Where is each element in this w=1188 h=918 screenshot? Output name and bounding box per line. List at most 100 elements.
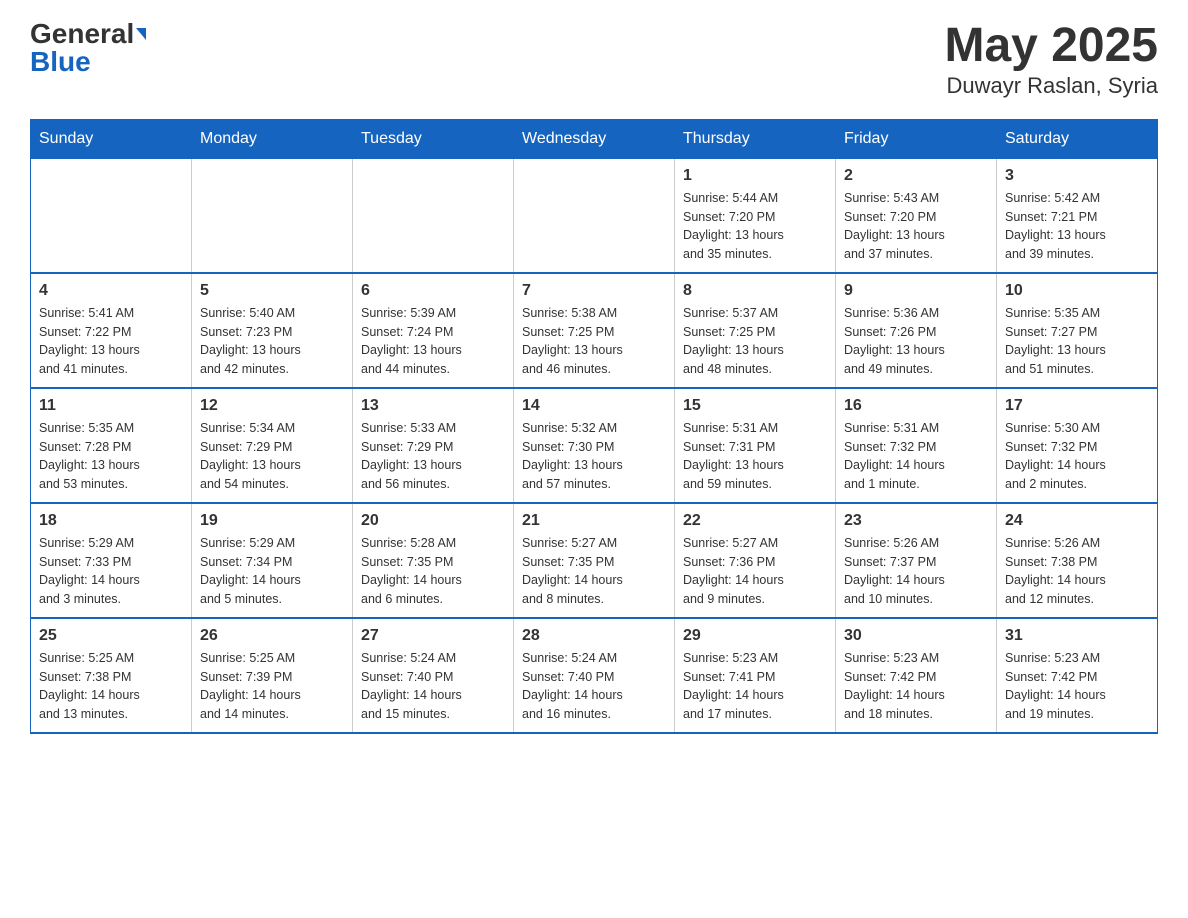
day-number: 26 <box>200 627 344 645</box>
day-number: 2 <box>844 167 988 185</box>
calendar-day-22: 22 Sunrise: 5:27 AM Sunset: 7:36 PM Dayli… <box>675 503 836 618</box>
calendar-day-18: 18Sunrise: 5:29 AM Sunset: 7:33 PM Dayli… <box>31 503 192 618</box>
day-number: 28 <box>522 627 666 645</box>
day-number: 6 <box>361 282 505 300</box>
calendar-empty-cell <box>514 158 675 273</box>
day-info: Sunrise: 5:37 AM Sunset: 7:25 PM Dayligh… <box>683 304 827 379</box>
day-info: Sunrise: 5:35 AM Sunset: 7:28 PM Dayligh… <box>39 419 183 494</box>
day-number: 5 <box>200 282 344 300</box>
day-info: Sunrise: 5:31 AM Sunset: 7:32 PM Dayligh… <box>844 419 988 494</box>
day-number: 18 <box>39 512 183 530</box>
day-number: 22 <box>683 512 827 530</box>
calendar-empty-cell <box>192 158 353 273</box>
day-info: Sunrise: 5:23 AM Sunset: 7:41 PM Dayligh… <box>683 649 827 724</box>
month-year-title: May 2025 <box>945 20 1159 73</box>
day-number: 19 <box>200 512 344 530</box>
calendar-body: 1 Sunrise: 5:44 AM Sunset: 7:20 PM Daylig… <box>31 158 1158 733</box>
calendar-week-row: 25 Sunrise: 5:25 AM Sunset: 7:38 PM Dayli… <box>31 618 1158 733</box>
day-info: Sunrise: 5:44 AM Sunset: 7:20 PM Dayligh… <box>683 189 827 264</box>
calendar-day-21: 21 Sunrise: 5:27 AM Sunset: 7:35 PM Dayli… <box>514 503 675 618</box>
day-info: Sunrise: 5:26 AM Sunset: 7:38 PM Dayligh… <box>1005 534 1149 609</box>
calendar-day-7: 7 Sunrise: 5:38 AM Sunset: 7:25 PM Daylig… <box>514 273 675 388</box>
calendar-week-row: 18Sunrise: 5:29 AM Sunset: 7:33 PM Dayli… <box>31 503 1158 618</box>
calendar-day-13: 13Sunrise: 5:33 AM Sunset: 7:29 PM Dayli… <box>353 388 514 503</box>
day-number: 1 <box>683 167 827 185</box>
day-number: 10 <box>1005 282 1149 300</box>
day-number: 20 <box>361 512 505 530</box>
day-number: 17 <box>1005 397 1149 415</box>
day-number: 23 <box>844 512 988 530</box>
calendar-day-30: 30 Sunrise: 5:23 AM Sunset: 7:42 PM Dayli… <box>836 618 997 733</box>
day-info: Sunrise: 5:26 AM Sunset: 7:37 PM Dayligh… <box>844 534 988 609</box>
day-info: Sunrise: 5:36 AM Sunset: 7:26 PM Dayligh… <box>844 304 988 379</box>
calendar-day-11: 11 Sunrise: 5:35 AM Sunset: 7:28 PM Dayli… <box>31 388 192 503</box>
day-info: Sunrise: 5:25 AM Sunset: 7:38 PM Dayligh… <box>39 649 183 724</box>
calendar-day-1: 1 Sunrise: 5:44 AM Sunset: 7:20 PM Daylig… <box>675 158 836 273</box>
calendar-day-26: 26 Sunrise: 5:25 AM Sunset: 7:39 PM Dayli… <box>192 618 353 733</box>
day-info: Sunrise: 5:25 AM Sunset: 7:39 PM Dayligh… <box>200 649 344 724</box>
calendar-day-28: 28 Sunrise: 5:24 AM Sunset: 7:40 PM Dayli… <box>514 618 675 733</box>
calendar-day-29: 29 Sunrise: 5:23 AM Sunset: 7:41 PM Dayli… <box>675 618 836 733</box>
calendar-day-5: 5 Sunrise: 5:40 AM Sunset: 7:23 PM Daylig… <box>192 273 353 388</box>
calendar-day-10: 10Sunrise: 5:35 AM Sunset: 7:27 PM Dayli… <box>997 273 1158 388</box>
calendar-day-27: 27 Sunrise: 5:24 AM Sunset: 7:40 PM Dayli… <box>353 618 514 733</box>
day-info: Sunrise: 5:38 AM Sunset: 7:25 PM Dayligh… <box>522 304 666 379</box>
calendar-day-23: 23 Sunrise: 5:26 AM Sunset: 7:37 PM Dayli… <box>836 503 997 618</box>
day-info: Sunrise: 5:40 AM Sunset: 7:23 PM Dayligh… <box>200 304 344 379</box>
calendar-day-20: 20 Sunrise: 5:28 AM Sunset: 7:35 PM Dayli… <box>353 503 514 618</box>
weekday-header-monday: Monday <box>192 119 353 158</box>
day-number: 12 <box>200 397 344 415</box>
page-header: General Blue May 2025 Duwayr Raslan, Syr… <box>30 20 1158 99</box>
day-number: 25 <box>39 627 183 645</box>
day-number: 7 <box>522 282 666 300</box>
day-info: Sunrise: 5:32 AM Sunset: 7:30 PM Dayligh… <box>522 419 666 494</box>
day-number: 14 <box>522 397 666 415</box>
calendar-day-15: 15Sunrise: 5:31 AM Sunset: 7:31 PM Dayli… <box>675 388 836 503</box>
calendar-week-row: 1 Sunrise: 5:44 AM Sunset: 7:20 PM Daylig… <box>31 158 1158 273</box>
day-info: Sunrise: 5:43 AM Sunset: 7:20 PM Dayligh… <box>844 189 988 264</box>
logo-general-text: General <box>30 20 134 48</box>
day-info: Sunrise: 5:34 AM Sunset: 7:29 PM Dayligh… <box>200 419 344 494</box>
day-info: Sunrise: 5:42 AM Sunset: 7:21 PM Dayligh… <box>1005 189 1149 264</box>
day-number: 30 <box>844 627 988 645</box>
calendar-day-4: 4Sunrise: 5:41 AM Sunset: 7:22 PM Daylig… <box>31 273 192 388</box>
weekday-header-sunday: Sunday <box>31 119 192 158</box>
day-info: Sunrise: 5:29 AM Sunset: 7:34 PM Dayligh… <box>200 534 344 609</box>
day-number: 24 <box>1005 512 1149 530</box>
calendar-day-12: 12 Sunrise: 5:34 AM Sunset: 7:29 PM Dayli… <box>192 388 353 503</box>
calendar-table: SundayMondayTuesdayWednesdayThursdayFrid… <box>30 119 1158 734</box>
day-info: Sunrise: 5:27 AM Sunset: 7:36 PM Dayligh… <box>683 534 827 609</box>
weekday-header-wednesday: Wednesday <box>514 119 675 158</box>
weekday-header-thursday: Thursday <box>675 119 836 158</box>
day-info: Sunrise: 5:24 AM Sunset: 7:40 PM Dayligh… <box>361 649 505 724</box>
calendar-day-6: 6Sunrise: 5:39 AM Sunset: 7:24 PM Daylig… <box>353 273 514 388</box>
day-number: 27 <box>361 627 505 645</box>
day-number: 21 <box>522 512 666 530</box>
weekday-header-friday: Friday <box>836 119 997 158</box>
day-info: Sunrise: 5:24 AM Sunset: 7:40 PM Dayligh… <box>522 649 666 724</box>
calendar-empty-cell <box>353 158 514 273</box>
calendar-empty-cell <box>31 158 192 273</box>
calendar-day-2: 2 Sunrise: 5:43 AM Sunset: 7:20 PM Daylig… <box>836 158 997 273</box>
day-info: Sunrise: 5:23 AM Sunset: 7:42 PM Dayligh… <box>844 649 988 724</box>
calendar-day-14: 14 Sunrise: 5:32 AM Sunset: 7:30 PM Dayli… <box>514 388 675 503</box>
day-number: 29 <box>683 627 827 645</box>
day-number: 4 <box>39 282 183 300</box>
day-info: Sunrise: 5:27 AM Sunset: 7:35 PM Dayligh… <box>522 534 666 609</box>
day-info: Sunrise: 5:33 AM Sunset: 7:29 PM Dayligh… <box>361 419 505 494</box>
calendar-day-31: 31 Sunrise: 5:23 AM Sunset: 7:42 PM Dayli… <box>997 618 1158 733</box>
day-info: Sunrise: 5:31 AM Sunset: 7:31 PM Dayligh… <box>683 419 827 494</box>
day-number: 16 <box>844 397 988 415</box>
day-number: 31 <box>1005 627 1149 645</box>
weekday-header-saturday: Saturday <box>997 119 1158 158</box>
day-info: Sunrise: 5:28 AM Sunset: 7:35 PM Dayligh… <box>361 534 505 609</box>
calendar-day-19: 19 Sunrise: 5:29 AM Sunset: 7:34 PM Dayli… <box>192 503 353 618</box>
calendar-day-24: 24 Sunrise: 5:26 AM Sunset: 7:38 PM Dayli… <box>997 503 1158 618</box>
weekday-header-tuesday: Tuesday <box>353 119 514 158</box>
calendar-day-8: 8 Sunrise: 5:37 AM Sunset: 7:25 PM Daylig… <box>675 273 836 388</box>
calendar-day-16: 16 Sunrise: 5:31 AM Sunset: 7:32 PM Dayli… <box>836 388 997 503</box>
day-info: Sunrise: 5:23 AM Sunset: 7:42 PM Dayligh… <box>1005 649 1149 724</box>
day-number: 8 <box>683 282 827 300</box>
logo-blue-text: Blue <box>30 48 91 76</box>
day-number: 11 <box>39 397 183 415</box>
